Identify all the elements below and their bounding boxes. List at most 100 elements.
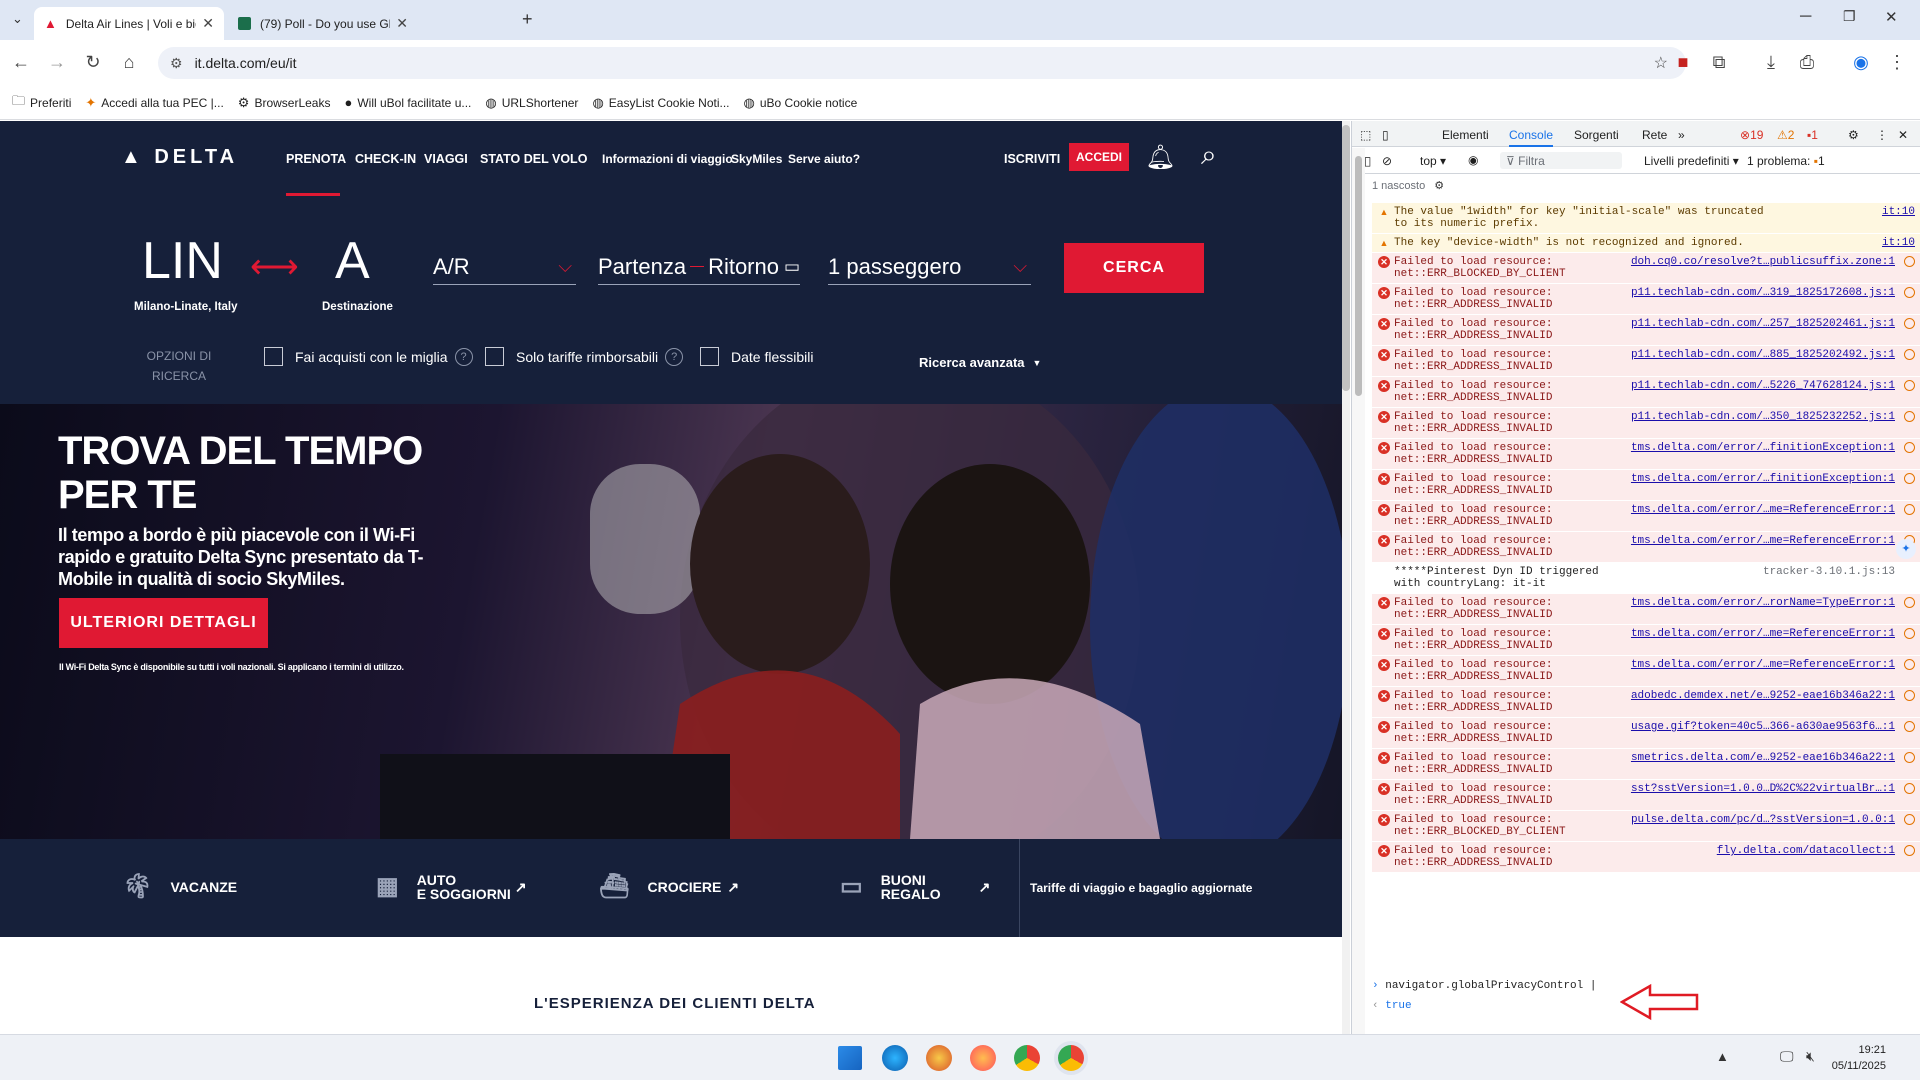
message-source-link[interactable]: it:10: [1882, 206, 1915, 218]
download-icon[interactable]: ⤓: [1760, 51, 1782, 73]
system-clock[interactable]: 19:21 05/11/2025: [1832, 1042, 1886, 1074]
bookmark-urlshortener[interactable]: ◍ URLShortener: [485, 95, 578, 111]
message-source-link[interactable]: p11.techlab-cdn.com/…257_1825202461.js:1: [1631, 318, 1895, 330]
devtools-scrollbar[interactable]: [1352, 148, 1365, 1034]
forward-icon[interactable]: →: [46, 51, 68, 73]
bookmark-easylist[interactable]: ◍ EasyList Cookie Noti...: [592, 95, 729, 111]
devtools-menu-icon[interactable]: ⋮: [1876, 128, 1888, 142]
message-source-link[interactable]: sst?sstVersion=1.0.0…D%2C%22virtualBr…:1: [1631, 783, 1895, 795]
reveal-icon[interactable]: [1904, 690, 1915, 701]
ai-assist-icon[interactable]: ✦: [1896, 539, 1916, 559]
trip-type-select[interactable]: A/R ⌵: [433, 249, 576, 285]
nav-viaggi[interactable]: VIAGGI: [424, 152, 468, 166]
print-icon[interactable]: ⎙: [1796, 51, 1818, 73]
message-source-link[interactable]: tms.delta.com/error/…me=ReferenceError:1: [1631, 628, 1895, 640]
message-source-link[interactable]: p11.techlab-cdn.com/…319_1825172608.js:1: [1631, 287, 1895, 299]
tab-rete[interactable]: Rete: [1642, 128, 1667, 142]
reveal-icon[interactable]: [1904, 349, 1915, 360]
reveal-icon[interactable]: [1904, 411, 1915, 422]
reveal-icon[interactable]: [1904, 287, 1915, 298]
link-auto-soggiorni[interactable]: ▦ AUTO E SOGGIORNI ↗: [376, 873, 527, 901]
device-toolbar-icon[interactable]: ▯: [1382, 128, 1389, 142]
bookmark-ubo-cookie[interactable]: ◍ uBo Cookie notice: [744, 95, 858, 111]
live-expression-icon[interactable]: ◉: [1468, 153, 1478, 167]
nav-stato-volo[interactable]: STATO DEL VOLO: [480, 152, 587, 166]
more-tabs-icon[interactable]: »: [1678, 128, 1685, 142]
link-tariffe-bagaglio[interactable]: Tariffe di viaggio e bagaglio aggiornate: [1030, 881, 1252, 895]
help-icon[interactable]: ?: [665, 347, 684, 366]
message-source-link[interactable]: adobedc.demdex.net/e…9252-eae16b346a22:1: [1631, 690, 1895, 702]
bookmark-pec[interactable]: ✦ Accedi alla tua PEC |...: [85, 95, 223, 111]
reveal-icon[interactable]: [1904, 442, 1915, 453]
extensions-icon[interactable]: ⧉: [1708, 51, 1730, 73]
link-vacanze[interactable]: 🌴︎ VACANZE: [122, 875, 237, 899]
help-icon[interactable]: ?: [454, 347, 473, 366]
message-source-link[interactable]: tms.delta.com/error/…me=ReferenceError:1: [1631, 504, 1895, 516]
reveal-icon[interactable]: [1904, 504, 1915, 515]
search-icon[interactable]: ⌕: [1201, 139, 1217, 172]
error-count-badge[interactable]: ⊗19: [1740, 128, 1763, 142]
tab-sorgenti[interactable]: Sorgenti: [1574, 128, 1619, 142]
iscriviti-link[interactable]: ISCRIVITI: [1004, 152, 1060, 166]
console-input[interactable]: › navigator.globalPrivacyControl |: [1372, 980, 1596, 992]
dates-field[interactable]: Partenza Ritorno ▭: [598, 249, 800, 285]
message-source-link[interactable]: tms.delta.com/error/…me=ReferenceError:1: [1631, 659, 1895, 671]
home-icon[interactable]: ⌂: [118, 51, 140, 73]
option-date-flessibili[interactable]: Date flessibili: [700, 347, 813, 366]
message-source-link[interactable]: tms.delta.com/error/…finitionException:1: [1631, 473, 1895, 485]
volume-muted-icon[interactable]: 🔇︎: [1806, 1048, 1815, 1065]
tab-console[interactable]: Console: [1509, 128, 1554, 147]
close-tab-icon[interactable]: ✕: [202, 15, 214, 32]
tab-delta[interactable]: ▲ Delta Air Lines | Voli e biglietti a ✕: [34, 7, 224, 40]
message-source-link[interactable]: it:10: [1882, 237, 1915, 249]
reveal-icon[interactable]: [1904, 845, 1915, 856]
message-source-link[interactable]: smetrics.delta.com/e…9252-eae16b346a22:1: [1631, 752, 1895, 764]
reveal-icon[interactable]: [1904, 814, 1915, 825]
site-info-icon[interactable]: ⚙: [170, 55, 183, 72]
destination-code[interactable]: A: [335, 231, 370, 291]
new-tab-icon[interactable]: +: [522, 9, 533, 30]
filter-input[interactable]: ⊽ Filtra: [1500, 152, 1622, 169]
tab-search-icon[interactable]: ⌄: [12, 11, 23, 27]
network-icon[interactable]: 🖵︎: [1780, 1048, 1794, 1065]
console-settings-icon[interactable]: ⚙: [1434, 180, 1444, 192]
edge-icon[interactable]: [882, 1045, 908, 1071]
option-miglia[interactable]: Fai acquisti con le miglia?: [264, 347, 473, 366]
checkbox[interactable]: [264, 347, 283, 366]
bookmark-star-icon[interactable]: ☆: [1654, 53, 1668, 73]
warning-count-badge[interactable]: ⚠2: [1777, 128, 1794, 142]
menu-icon[interactable]: ⋮: [1886, 51, 1908, 73]
checkbox[interactable]: [700, 347, 719, 366]
message-source-link[interactable]: tms.delta.com/error/…rorName=TypeError:1: [1631, 597, 1895, 609]
inspect-icon[interactable]: ⬚: [1360, 128, 1371, 142]
cerca-button[interactable]: CERCA: [1064, 243, 1204, 293]
context-select[interactable]: top ▾: [1420, 154, 1446, 168]
reveal-icon[interactable]: [1904, 752, 1915, 763]
delta-logo[interactable]: ▲ DELTA: [121, 146, 238, 169]
page-scrollbar[interactable]: [1342, 121, 1350, 1034]
reveal-icon[interactable]: [1904, 721, 1915, 732]
nav-info-viaggio[interactable]: Informazioni di viaggio: [602, 152, 733, 166]
app-icon[interactable]: [926, 1045, 952, 1071]
reveal-icon[interactable]: [1904, 628, 1915, 639]
nav-prenota[interactable]: PRENOTA: [286, 152, 346, 166]
origin-code[interactable]: LIN: [142, 231, 223, 291]
close-tab-icon[interactable]: ✕: [396, 15, 408, 32]
close-devtools-icon[interactable]: ✕: [1898, 128, 1908, 142]
bell-icon[interactable]: 🔔︎: [1145, 143, 1175, 172]
passengers-select[interactable]: 1 passeggero ⌵: [828, 249, 1031, 285]
bookmark-preferiti[interactable]: 🗀 Preferiti: [12, 92, 71, 114]
message-source-link[interactable]: tms.delta.com/error/…me=ReferenceError:1: [1631, 535, 1895, 547]
message-source-link[interactable]: tracker-3.10.1.js:13: [1763, 566, 1895, 578]
link-crociere[interactable]: ⛴ CROCIERE ↗: [599, 875, 739, 899]
message-source-link[interactable]: tms.delta.com/error/…finitionException:1: [1631, 442, 1895, 454]
bookmark-browserleaks[interactable]: ⚙ BrowserLeaks: [238, 95, 331, 111]
url-field[interactable]: ⚙ it.delta.com/eu/it ☆: [158, 47, 1686, 79]
issues-count-badge[interactable]: ▪1: [1807, 128, 1818, 142]
accedi-button[interactable]: ACCEDI: [1069, 143, 1129, 171]
message-source-link[interactable]: doh.cq0.co/resolve?t…publicsuffix.zone:1: [1631, 256, 1895, 268]
back-icon[interactable]: ←: [10, 51, 32, 73]
message-source-link[interactable]: p11.techlab-cdn.com/…885_1825202492.js:1: [1631, 349, 1895, 361]
reveal-icon[interactable]: [1904, 318, 1915, 329]
message-source-link[interactable]: fly.delta.com/datacollect:1: [1717, 845, 1895, 857]
